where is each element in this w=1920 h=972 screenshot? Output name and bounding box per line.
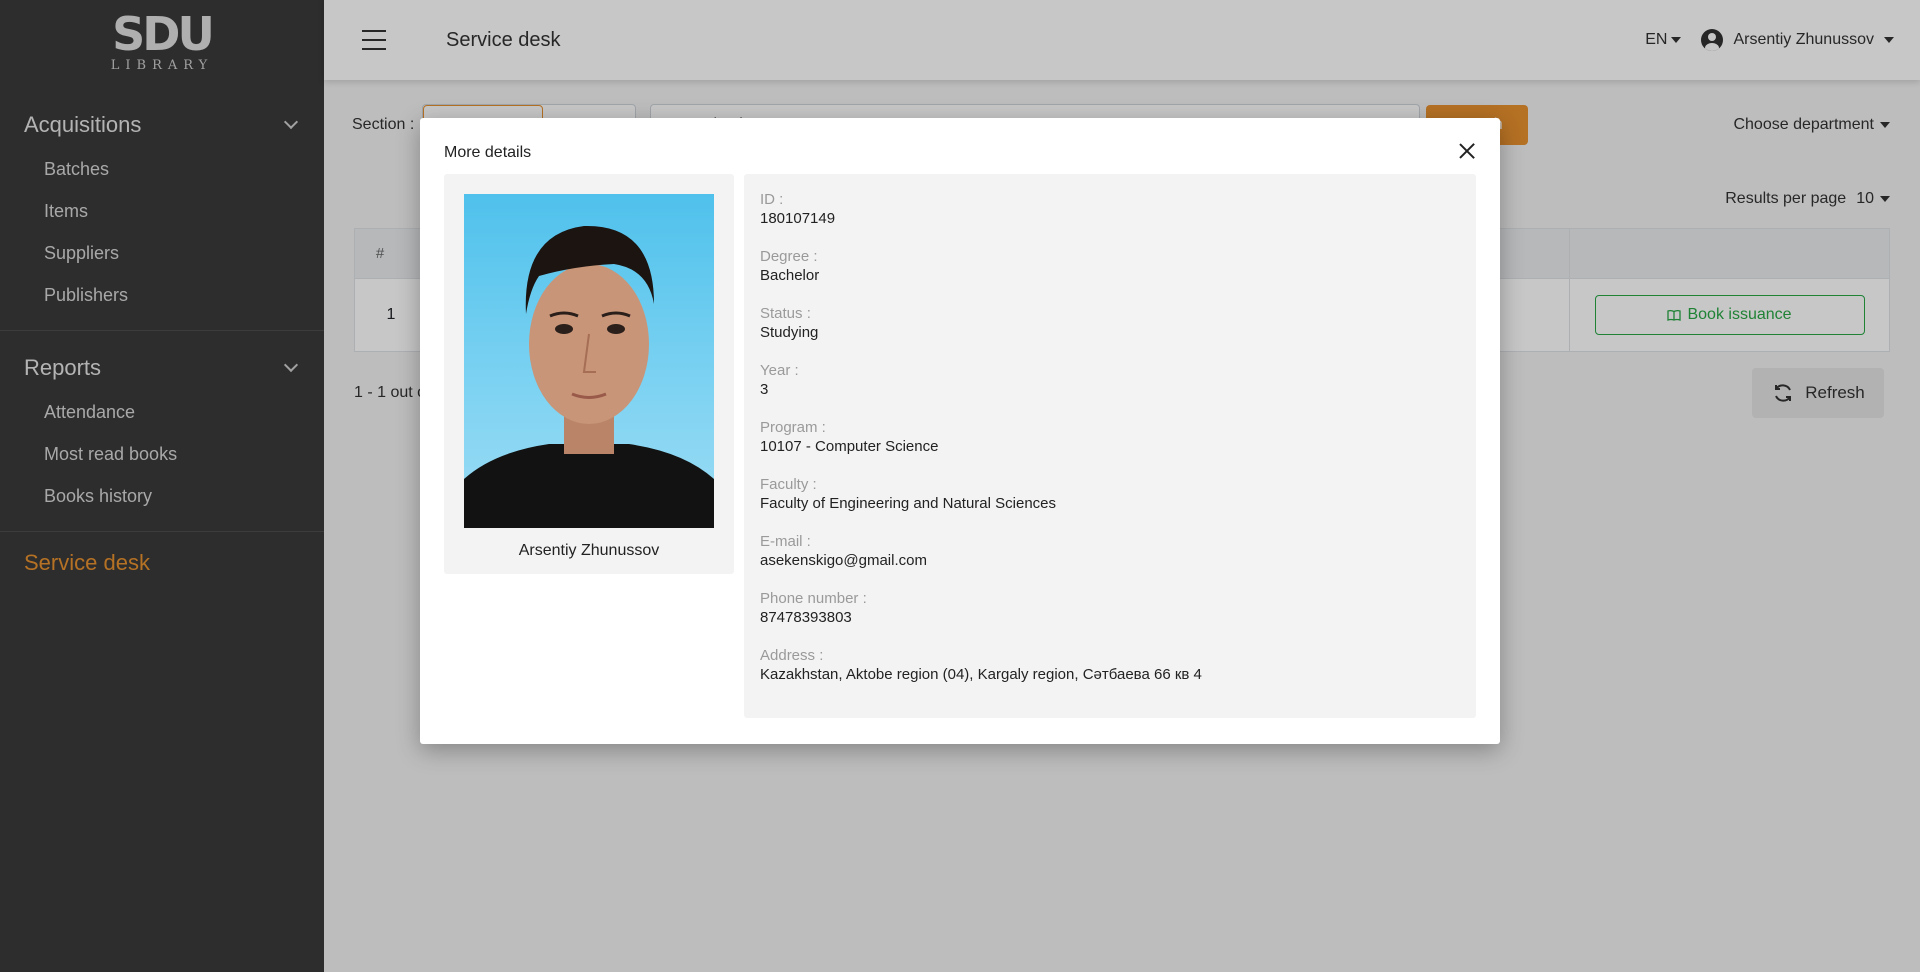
modal-title: More details	[444, 144, 532, 161]
detail-label: ID :	[760, 191, 784, 208]
detail-label: Status :	[760, 305, 811, 322]
detail-field-status: Status : Studying	[760, 304, 1460, 361]
profile-card: Arsentiy Zhunussov	[444, 174, 734, 574]
detail-field-faculty: Faculty : Faculty of Engineering and Nat…	[760, 475, 1460, 532]
detail-field-address: Address : Kazakhstan, Aktobe region (04)…	[760, 646, 1460, 703]
detail-field-email: E-mail : asekenskigo@gmail.com	[760, 532, 1460, 589]
detail-label: E-mail :	[760, 533, 811, 550]
detail-label: Degree :	[760, 248, 818, 265]
more-details-modal: More details Arsentiy Zhunussov ID : 180…	[420, 118, 1500, 744]
close-icon[interactable]	[1456, 140, 1478, 162]
detail-label: Address :	[760, 647, 824, 664]
profile-photo	[464, 194, 714, 528]
detail-field-degree: Degree : Bachelor	[760, 247, 1460, 304]
detail-label: Program :	[760, 419, 826, 436]
detail-value: Faculty of Engineering and Natural Scien…	[760, 495, 1057, 512]
details-card: ID : 180107149 Degree : Bachelor Status …	[744, 174, 1476, 718]
detail-value: 180107149	[760, 210, 836, 227]
profile-name: Arsentiy Zhunussov	[518, 542, 660, 559]
detail-field-program: Program : 10107 - Computer Science	[760, 418, 1460, 475]
detail-value: 3	[760, 381, 769, 398]
detail-label: Year :	[760, 362, 799, 379]
detail-value: 87478393803	[760, 609, 852, 626]
detail-value: Bachelor	[760, 267, 820, 284]
detail-value: 10107 - Computer Science	[760, 438, 939, 455]
detail-label: Phone number :	[760, 590, 867, 607]
detail-label: Faculty :	[760, 476, 817, 493]
detail-value: Kazakhstan, Aktobe region (04), Kargaly …	[760, 666, 1202, 683]
portrait-image	[464, 225, 714, 528]
detail-field-phone: Phone number : 87478393803	[760, 589, 1460, 646]
detail-value: Studying	[760, 324, 819, 341]
detail-field-year: Year : 3	[760, 361, 1460, 418]
detail-value: asekenskigo@gmail.com	[760, 552, 927, 569]
detail-field-id: ID : 180107149	[760, 190, 1460, 247]
